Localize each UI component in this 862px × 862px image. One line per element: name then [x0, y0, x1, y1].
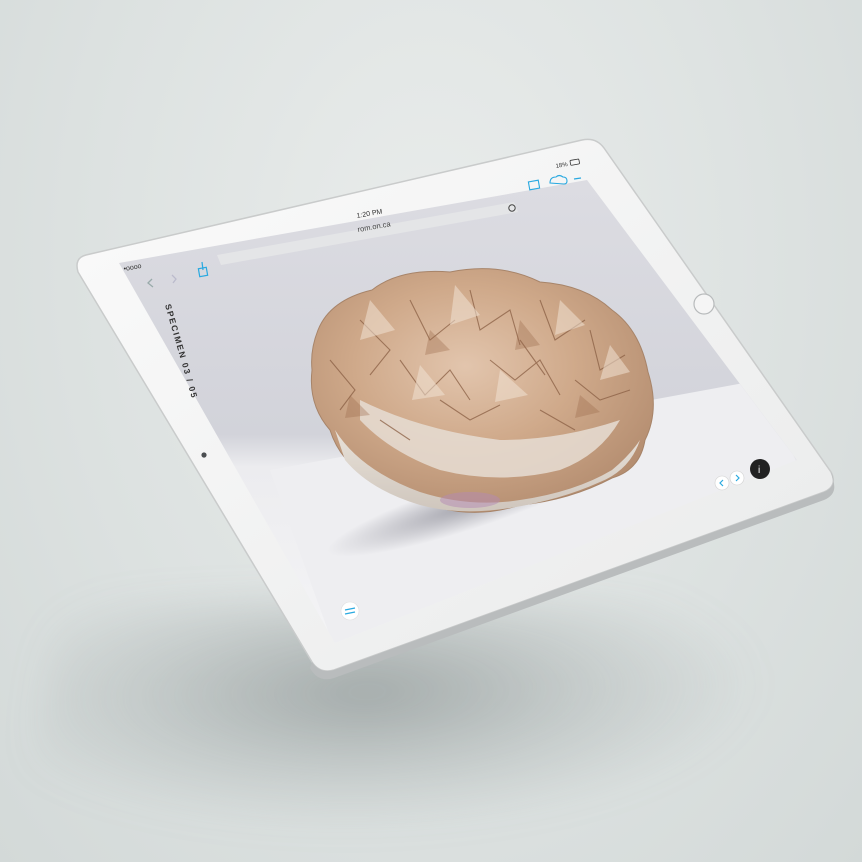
next-specimen-button[interactable]: [729, 470, 745, 486]
home-button[interactable]: [693, 293, 715, 315]
tablet-device: •oooo 1:20 PM 18% rom.on.ca SPECIMEN 03 …: [76, 138, 835, 680]
prev-specimen-button[interactable]: [714, 475, 730, 491]
info-icon: i: [758, 465, 760, 476]
info-button[interactable]: i: [750, 459, 770, 479]
specimen-image: [310, 268, 654, 513]
mockup-scene: •oooo 1:20 PM 18% rom.on.ca SPECIMEN 03 …: [0, 0, 862, 862]
camera: [201, 452, 207, 458]
menu-button[interactable]: [340, 601, 360, 621]
